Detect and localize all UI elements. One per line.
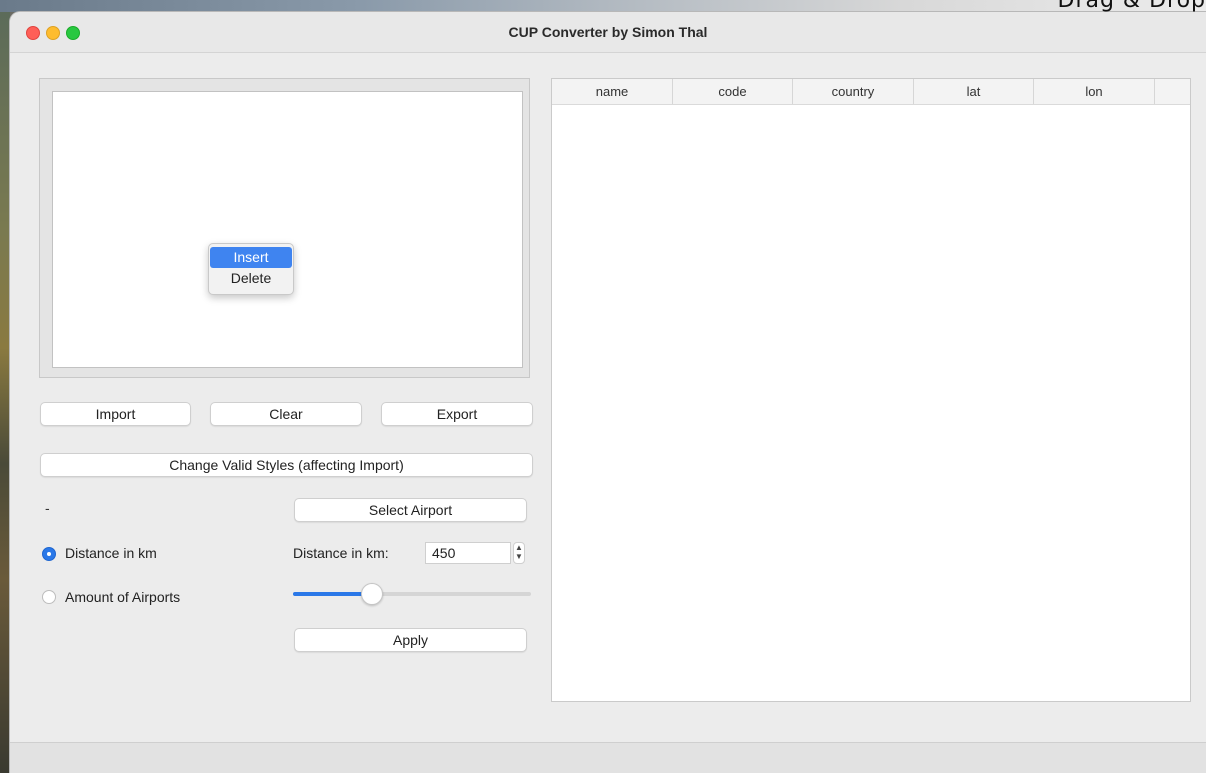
context-menu-delete[interactable]: Delete bbox=[210, 268, 292, 289]
select-airport-button[interactable]: Select Airport bbox=[294, 498, 527, 522]
context-menu-insert[interactable]: Insert bbox=[210, 247, 292, 268]
drop-list-frame: Insert Delete bbox=[39, 78, 530, 378]
export-button[interactable]: Export bbox=[381, 402, 533, 426]
column-header-code[interactable]: code bbox=[673, 79, 793, 104]
distance-slider[interactable] bbox=[293, 583, 531, 605]
spinner-arrows[interactable]: ▲ ▼ bbox=[513, 542, 525, 564]
drop-list[interactable]: Insert Delete bbox=[52, 91, 523, 368]
slider-handle[interactable] bbox=[360, 583, 383, 605]
status-bar bbox=[10, 742, 1206, 773]
distance-input[interactable] bbox=[425, 542, 511, 564]
selected-airport-label: - bbox=[45, 500, 50, 516]
import-button[interactable]: Import bbox=[40, 402, 191, 426]
distance-label: Distance in km: bbox=[293, 545, 389, 561]
column-header-name[interactable]: name bbox=[552, 79, 673, 104]
amount-radio[interactable] bbox=[42, 590, 56, 604]
chevron-down-icon[interactable]: ▼ bbox=[514, 552, 524, 561]
distance-radio-label: Distance in km bbox=[65, 545, 157, 561]
slider-fill bbox=[293, 592, 372, 596]
desktop-background-top bbox=[0, 0, 1206, 12]
chevron-up-icon[interactable]: ▲ bbox=[514, 543, 524, 552]
drag-drop-label: Drag & Drop bbox=[1057, 0, 1206, 13]
title-bar: CUP Converter by Simon Thal bbox=[10, 12, 1206, 53]
column-header-lon[interactable]: lon bbox=[1034, 79, 1155, 104]
apply-button[interactable]: Apply bbox=[294, 628, 527, 652]
distance-radio[interactable] bbox=[42, 547, 56, 561]
context-menu: Insert Delete bbox=[208, 243, 294, 295]
column-header-country[interactable]: country bbox=[793, 79, 914, 104]
table-header: name code country lat lon bbox=[552, 79, 1190, 105]
change-valid-styles-button[interactable]: Change Valid Styles (affecting Import) bbox=[40, 453, 533, 477]
amount-radio-label: Amount of Airports bbox=[65, 589, 181, 605]
desktop-background-left bbox=[0, 0, 10, 773]
clear-button[interactable]: Clear bbox=[210, 402, 362, 426]
app-window: CUP Converter by Simon Thal Insert Delet… bbox=[10, 12, 1206, 773]
column-header-lat[interactable]: lat bbox=[914, 79, 1034, 104]
window-title: CUP Converter by Simon Thal bbox=[508, 24, 708, 40]
airport-table: name code country lat lon bbox=[551, 78, 1191, 702]
